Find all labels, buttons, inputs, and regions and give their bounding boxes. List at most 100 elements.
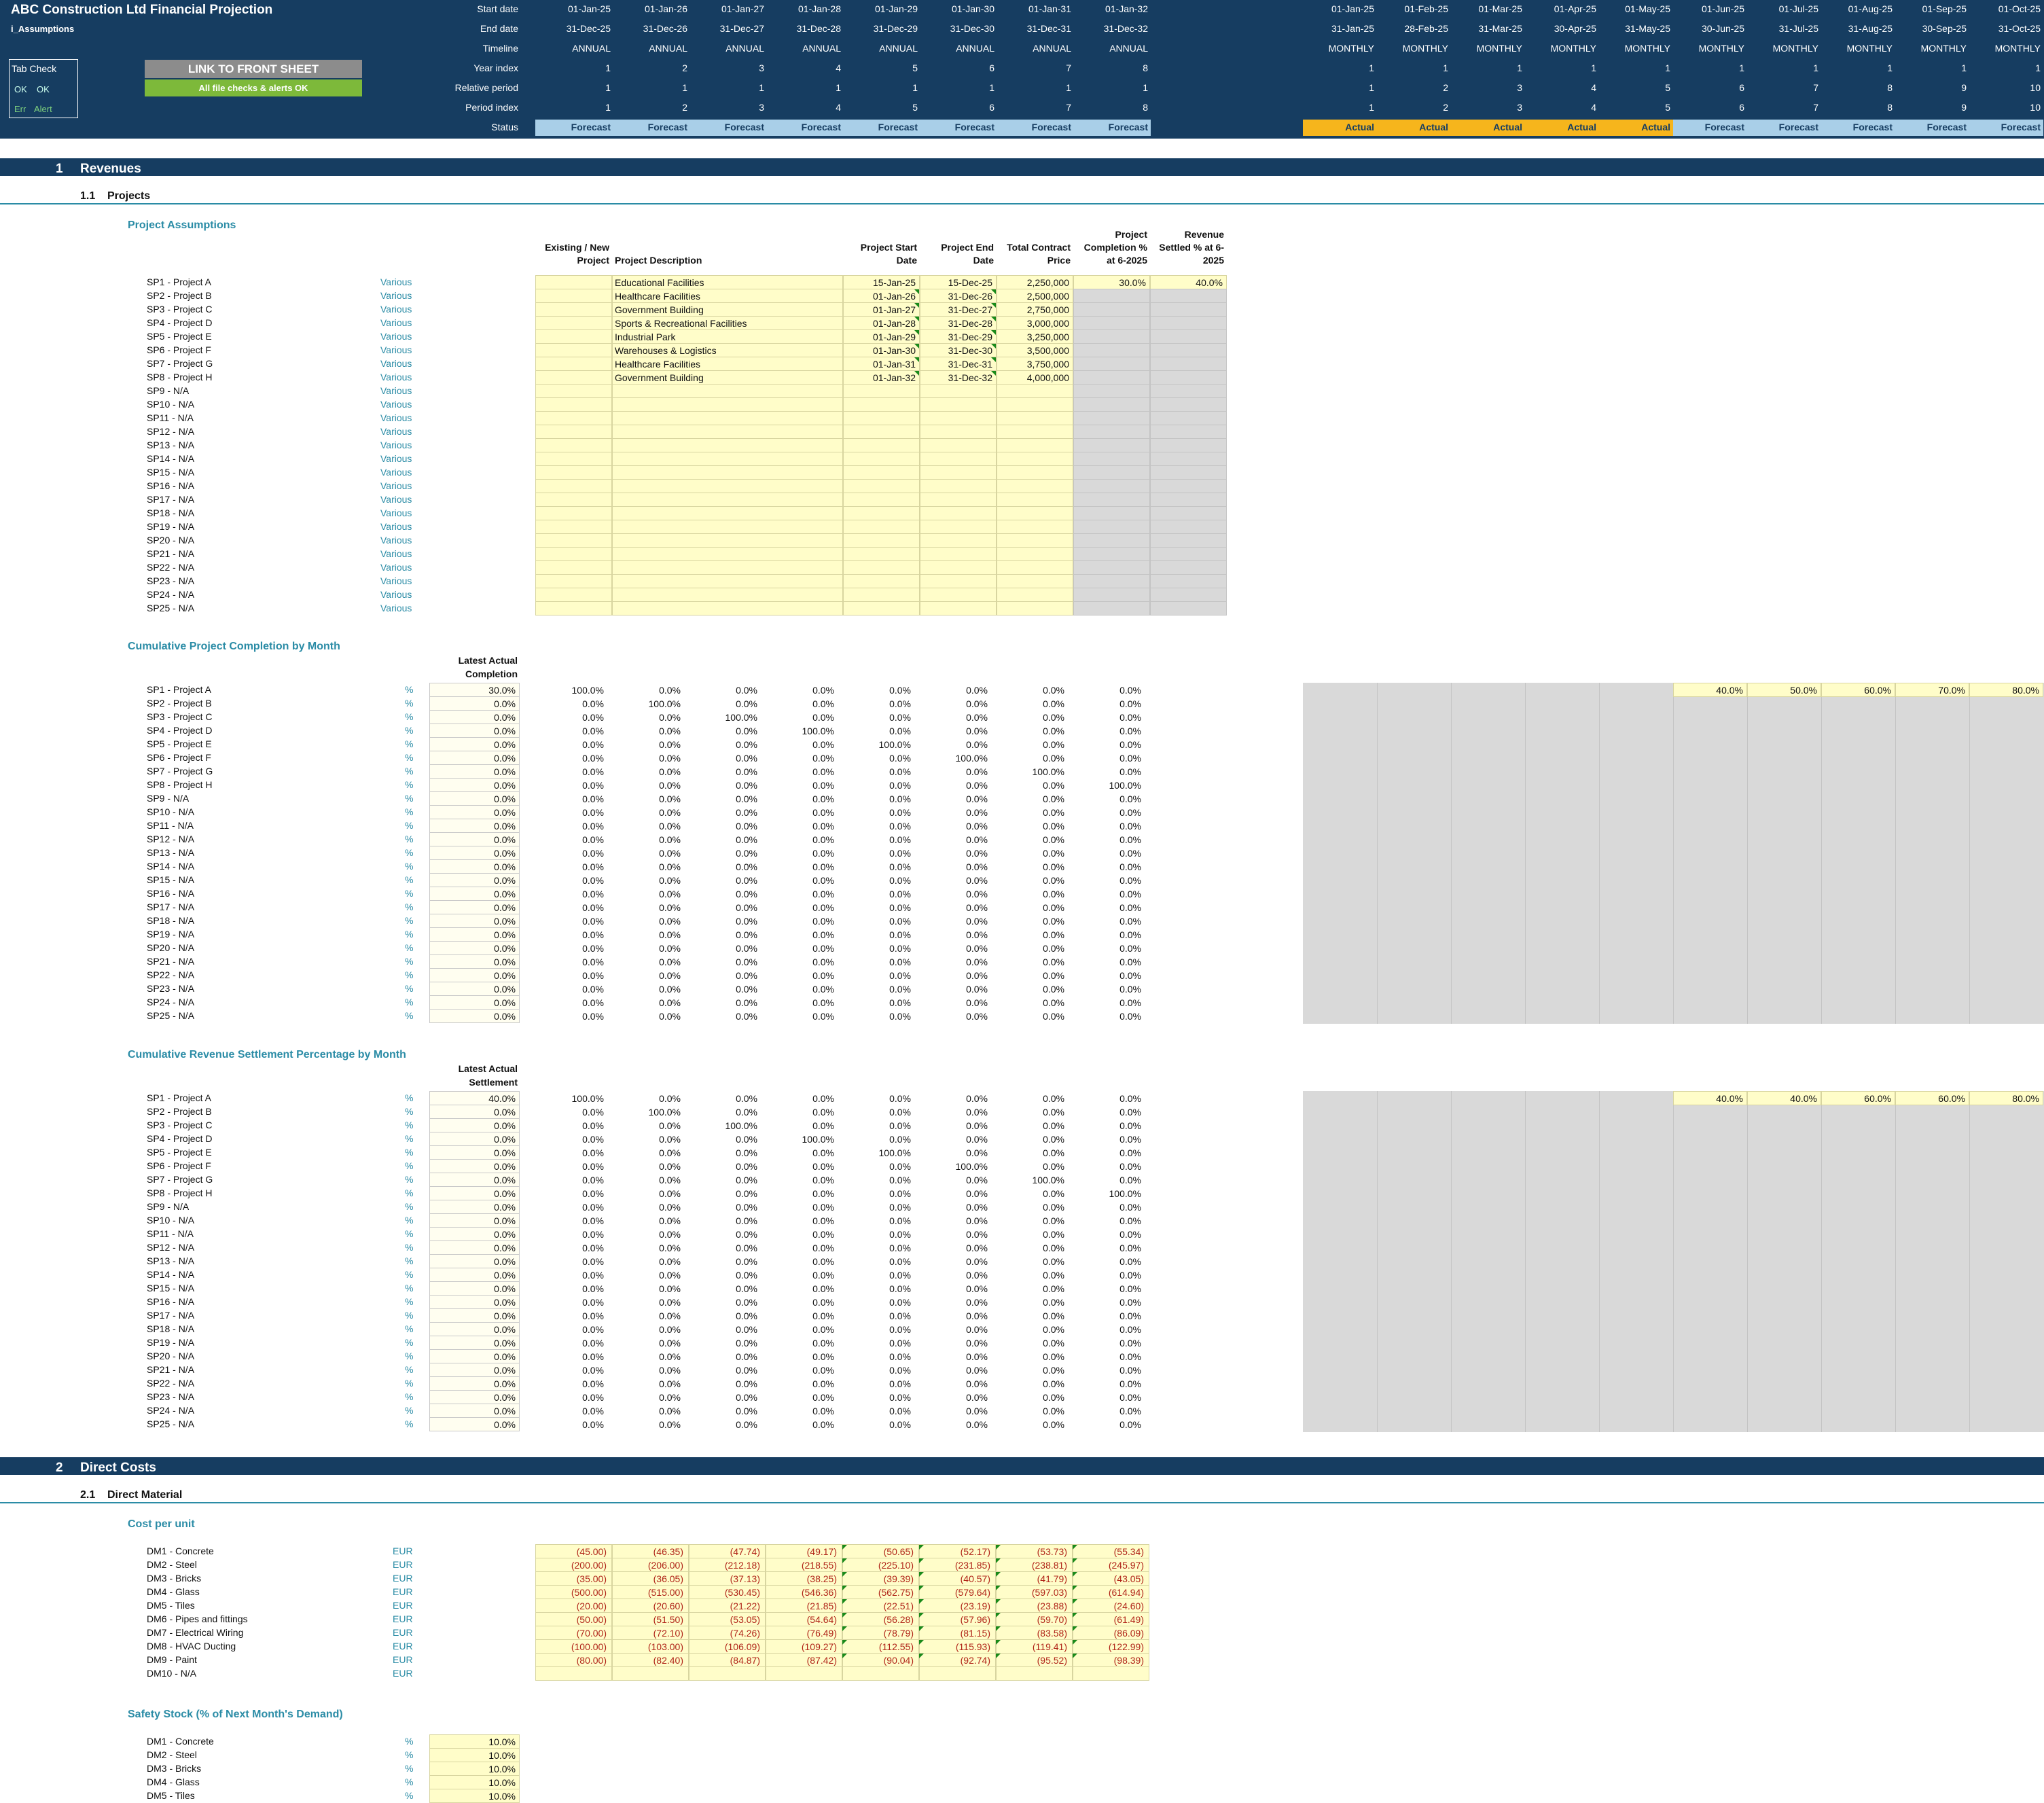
cost-value[interactable]: (87.42)	[767, 1656, 837, 1665]
input-cell[interactable]	[1073, 289, 1150, 303]
input-cell[interactable]	[1150, 411, 1227, 425]
cost-value[interactable]: (40.57)	[920, 1574, 990, 1584]
input-cell[interactable]	[1073, 533, 1150, 548]
input-cell[interactable]	[1150, 588, 1227, 602]
completion-latest-value[interactable]: 0.0%	[429, 944, 516, 953]
cost-value[interactable]: (41.79)	[997, 1574, 1067, 1584]
input-cell[interactable]	[843, 479, 920, 493]
completion-latest-value[interactable]: 0.0%	[429, 903, 516, 912]
input-cell[interactable]	[997, 560, 1073, 575]
cost-value[interactable]: (92.74)	[920, 1656, 990, 1665]
input-cell[interactable]	[535, 574, 612, 588]
completion-latest-value[interactable]: 0.0%	[429, 957, 516, 967]
input-cell[interactable]	[535, 465, 612, 480]
completion-monthly-value[interactable]: 70.0%	[1895, 685, 1965, 695]
input-cell[interactable]	[920, 493, 997, 507]
project-end[interactable]: 15-Dec-25	[922, 278, 992, 287]
cost-value[interactable]: (109.27)	[767, 1642, 837, 1652]
safety-stock-value[interactable]: 10.0%	[429, 1764, 516, 1774]
settlement-monthly-value[interactable]: 40.0%	[1673, 1094, 1743, 1103]
cost-value[interactable]: (45.00)	[537, 1547, 607, 1556]
input-cell[interactable]	[612, 438, 843, 452]
completion-latest-value[interactable]: 0.0%	[429, 889, 516, 899]
project-desc[interactable]: Healthcare Facilities	[615, 291, 839, 301]
cost-value[interactable]: (76.49)	[767, 1628, 837, 1638]
completion-monthly-value[interactable]: 40.0%	[1673, 685, 1743, 695]
completion-latest-value[interactable]: 0.0%	[429, 767, 516, 776]
project-end[interactable]: 31-Dec-29	[922, 332, 992, 342]
cost-value[interactable]: (103.00)	[613, 1642, 683, 1652]
input-cell[interactable]	[920, 601, 997, 615]
project-price[interactable]: 2,250,000	[999, 278, 1069, 287]
project-end[interactable]: 31-Dec-27	[922, 305, 992, 315]
completion-latest-value[interactable]: 0.0%	[429, 699, 516, 709]
input-cell[interactable]	[612, 560, 843, 575]
input-cell[interactable]	[920, 574, 997, 588]
cost-value[interactable]: (206.00)	[613, 1560, 683, 1570]
input-cell[interactable]	[1073, 343, 1150, 357]
completion-latest-value[interactable]: 0.0%	[429, 740, 516, 749]
input-cell[interactable]	[612, 411, 843, 425]
settlement-latest-value[interactable]: 0.0%	[429, 1175, 516, 1185]
project-price[interactable]: 3,500,000	[999, 346, 1069, 355]
input-cell[interactable]	[612, 384, 843, 398]
input-cell[interactable]	[997, 411, 1073, 425]
cost-value[interactable]: (225.10)	[844, 1560, 914, 1570]
input-cell[interactable]	[612, 574, 843, 588]
input-cell[interactable]	[612, 493, 843, 507]
completion-latest-value[interactable]: 0.0%	[429, 1012, 516, 1021]
input-cell[interactable]	[997, 493, 1073, 507]
completion-latest-value[interactable]: 0.0%	[429, 849, 516, 858]
cost-value[interactable]: (50.00)	[537, 1615, 607, 1624]
input-cell[interactable]	[535, 588, 612, 602]
project-end[interactable]: 31-Dec-28	[922, 319, 992, 328]
input-cell[interactable]	[535, 560, 612, 575]
settlement-monthly-value[interactable]: 60.0%	[1895, 1094, 1965, 1103]
settlement-latest-value[interactable]: 0.0%	[429, 1338, 516, 1348]
settlement-latest-value[interactable]: 0.0%	[429, 1325, 516, 1334]
input-cell[interactable]	[1073, 547, 1150, 561]
cost-value[interactable]: (106.09)	[690, 1642, 760, 1652]
input-cell[interactable]	[535, 329, 612, 344]
cost-value[interactable]: (56.28)	[844, 1615, 914, 1624]
input-cell[interactable]	[1073, 329, 1150, 344]
input-cell[interactable]	[535, 533, 612, 548]
completion-latest-value[interactable]: 0.0%	[429, 916, 516, 926]
input-cell[interactable]	[920, 520, 997, 534]
cost-value[interactable]: (23.88)	[997, 1601, 1067, 1611]
project-price[interactable]: 4,000,000	[999, 373, 1069, 382]
cost-value[interactable]: (515.00)	[613, 1588, 683, 1597]
input-cell[interactable]	[843, 425, 920, 439]
cost-value[interactable]: (597.03)	[997, 1588, 1067, 1597]
cost-value[interactable]: (500.00)	[537, 1588, 607, 1597]
project-end[interactable]: 31-Dec-26	[922, 291, 992, 301]
input-cell[interactable]	[535, 275, 612, 289]
input-cell[interactable]	[843, 438, 920, 452]
input-cell[interactable]	[843, 397, 920, 412]
input-cell[interactable]	[535, 479, 612, 493]
input-cell[interactable]	[535, 384, 612, 398]
completion-latest-value[interactable]: 0.0%	[429, 713, 516, 722]
input-cell[interactable]	[1150, 384, 1227, 398]
project-end[interactable]: 31-Dec-32	[922, 373, 992, 382]
cost-value[interactable]: (24.60)	[1074, 1601, 1144, 1611]
completion-latest-value[interactable]: 0.0%	[429, 862, 516, 872]
input-cell[interactable]	[1150, 357, 1227, 371]
project-price[interactable]: 2,500,000	[999, 291, 1069, 301]
cost-value[interactable]: (23.19)	[920, 1601, 990, 1611]
input-cell[interactable]	[920, 533, 997, 548]
input-cell[interactable]	[843, 493, 920, 507]
input-cell[interactable]	[920, 588, 997, 602]
input-cell[interactable]	[997, 533, 1073, 548]
safety-stock-value[interactable]: 10.0%	[429, 1791, 516, 1801]
input-cell[interactable]	[535, 438, 612, 452]
cost-value[interactable]: (115.93)	[920, 1642, 990, 1652]
input-cell[interactable]	[612, 520, 843, 534]
input-cell[interactable]	[1073, 411, 1150, 425]
input-cell[interactable]	[1073, 316, 1150, 330]
settlement-latest-value[interactable]: 0.0%	[429, 1121, 516, 1130]
input-cell[interactable]	[1073, 425, 1150, 439]
settlement-monthly-value[interactable]: 80.0%	[1969, 1094, 2039, 1103]
input-cell[interactable]	[843, 574, 920, 588]
input-cell[interactable]	[1073, 588, 1150, 602]
